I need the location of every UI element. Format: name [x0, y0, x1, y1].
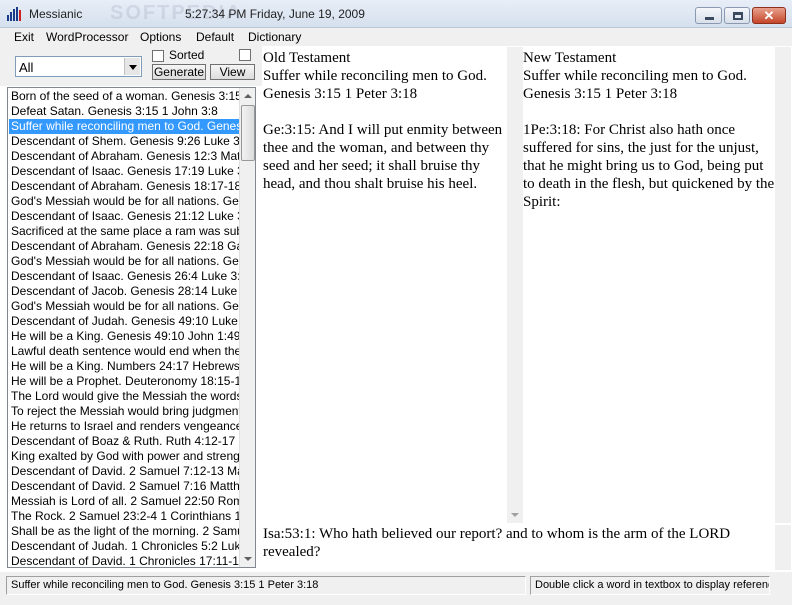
list-item[interactable]: Descendant of Judah. 1 Chronicles 5:2 Lu… [9, 539, 240, 554]
new-testament-verse: 1Pe:3:18: For Christ also hath once suff… [523, 122, 775, 210]
list-item[interactable]: Descendant of Isaac. Genesis 26:4 Luke 3… [9, 269, 240, 284]
list-item[interactable]: Descendant of David. 2 Samuel 7:12-13 Ma… [9, 464, 240, 479]
menu-bar: Exit WordProcessor Options Default Dicti… [0, 28, 792, 46]
list-item[interactable]: Descendant of David. 2 Samuel 7:16 Matth… [9, 479, 240, 494]
new-testament-scrollbar[interactable] [775, 47, 791, 523]
list-item[interactable]: God's Messiah would be for all nations. … [9, 299, 240, 314]
list-item[interactable]: To reject the Messiah would bring judgme… [9, 404, 240, 419]
old-testament-scrollbar[interactable] [507, 47, 523, 523]
new-testament-textbox[interactable]: New Testament Suffer while reconciling m… [523, 47, 775, 523]
old-testament-summary: Suffer while reconciling men to God. Gen… [263, 68, 487, 102]
list-scrollbar[interactable] [239, 88, 255, 567]
list-item[interactable]: Descendant of Abraham. Genesis 12:3 Matt… [9, 149, 240, 164]
list-item[interactable]: Descendant of Shem. Genesis 9:26 Luke 3:… [9, 134, 240, 149]
list-item[interactable]: Descendant of Isaac. Genesis 17:19 Luke … [9, 164, 240, 179]
filter-select-value: All [19, 60, 34, 75]
maximize-icon [733, 12, 743, 20]
window-title: Messianic [29, 7, 83, 21]
list-item[interactable]: He will be a King. Genesis 49:10 John 1:… [9, 329, 240, 344]
controls-panel: All Sorted Generate View [0, 46, 262, 86]
status-bar: Suffer while reconciling men to God. Gen… [0, 572, 792, 605]
maximize-button[interactable] [724, 7, 750, 24]
scroll-up-icon[interactable] [240, 88, 255, 104]
list-item[interactable]: Born of the seed of a woman. Genesis 3:1… [9, 89, 240, 104]
list-item[interactable]: Sacrificed at the same place a ram was s… [9, 224, 240, 239]
list-item[interactable]: Descendant of Judah. Genesis 49:10 Luke … [9, 314, 240, 329]
new-testament-heading: New Testament [523, 50, 617, 66]
close-button[interactable]: ✕ [752, 7, 786, 24]
close-icon: ✕ [763, 8, 775, 23]
view-button[interactable]: View [210, 64, 255, 80]
prophecy-list[interactable]: Born of the seed of a woman. Genesis 3:1… [7, 87, 256, 568]
list-item[interactable]: Suffer while reconciling men to God. Gen… [9, 119, 240, 134]
menu-exit[interactable]: Exit [14, 30, 34, 44]
verse-text: Isa:53:1: Who hath believed our report? … [263, 526, 731, 560]
generate-button[interactable]: Generate [152, 64, 206, 80]
menu-dictionary[interactable]: Dictionary [248, 30, 301, 44]
verse-scrollbar[interactable] [775, 525, 791, 570]
list-item[interactable]: Descendant of David. 1 Chronicles 17:11-… [9, 554, 240, 566]
scroll-thumb[interactable] [241, 105, 255, 161]
list-item[interactable]: The Lord would give the Messiah the word… [9, 389, 240, 404]
menu-options[interactable]: Options [140, 30, 181, 44]
list-item[interactable]: Descendant of Jacob. Genesis 28:14 Luke … [9, 284, 240, 299]
list-item[interactable]: Messiah is Lord of all. 2 Samuel 22:50 R… [9, 494, 240, 509]
list-item[interactable]: He returns to Israel and renders vengean… [9, 419, 240, 434]
list-item[interactable]: Descendant of Abraham. Genesis 22:18 Gal… [9, 239, 240, 254]
list-item[interactable]: Descendant of Isaac. Genesis 21:12 Luke … [9, 209, 240, 224]
list-item[interactable]: King exalted by God with power and stren… [9, 449, 240, 464]
list-item[interactable]: Descendant of Boaz & Ruth. Ruth 4:12-17 … [9, 434, 240, 449]
minimize-button[interactable] [695, 7, 722, 24]
menu-wordprocessor[interactable]: WordProcessor [46, 30, 128, 44]
menu-default[interactable]: Default [196, 30, 234, 44]
list-item[interactable]: He will be a King. Numbers 24:17 Hebrews… [9, 359, 240, 374]
list-item[interactable]: Lawful death sentence would end when the… [9, 344, 240, 359]
old-testament-heading: Old Testament [263, 50, 351, 66]
scroll-down-icon[interactable] [240, 551, 255, 567]
sorted-checkbox[interactable] [152, 50, 164, 62]
verse-textbox[interactable]: Isa:53:1: Who hath believed our report? … [263, 525, 775, 570]
bar-chart-icon [7, 7, 21, 21]
list-item[interactable]: Shall be as the light of the morning. 2 … [9, 524, 240, 539]
list-item[interactable]: He will be a Prophet. Deuteronomy 18:15-… [9, 374, 240, 389]
status-hint: Double click a word in textbox to displa… [530, 576, 770, 595]
prophecy-list-items: Born of the seed of a woman. Genesis 3:1… [9, 89, 240, 566]
list-item[interactable]: Defeat Satan. Genesis 3:15 1 John 3:8 [9, 104, 240, 119]
chevron-down-icon[interactable] [124, 58, 140, 75]
status-selection: Suffer while reconciling men to God. Gen… [6, 576, 526, 595]
list-item[interactable]: God's Messiah would be for all nations. … [9, 254, 240, 269]
title-bar[interactable]: Messianic SOFTPEDIA 5:27:34 PM Friday, J… [0, 0, 792, 28]
option-checkbox[interactable] [239, 49, 251, 61]
list-item[interactable]: Descendant of Abraham. Genesis 18:17-18 … [9, 179, 240, 194]
sorted-label: Sorted [169, 48, 205, 62]
filter-select[interactable]: All [15, 56, 142, 77]
clock-display: 5:27:34 PM Friday, June 19, 2009 [185, 7, 365, 21]
minimize-icon [705, 17, 714, 20]
app-window: Messianic SOFTPEDIA 5:27:34 PM Friday, J… [0, 0, 792, 605]
list-item[interactable]: God's Messiah would be for all nations. … [9, 194, 240, 209]
old-testament-verse: Ge:3:15: And I will put enmity between t… [263, 122, 503, 192]
new-testament-summary: Suffer while reconciling men to God. Gen… [523, 68, 747, 102]
list-item[interactable]: The Rock. 2 Samuel 23:2-4 1 Corinthians … [9, 509, 240, 524]
old-testament-textbox[interactable]: Old Testament Suffer while reconciling m… [263, 47, 507, 523]
